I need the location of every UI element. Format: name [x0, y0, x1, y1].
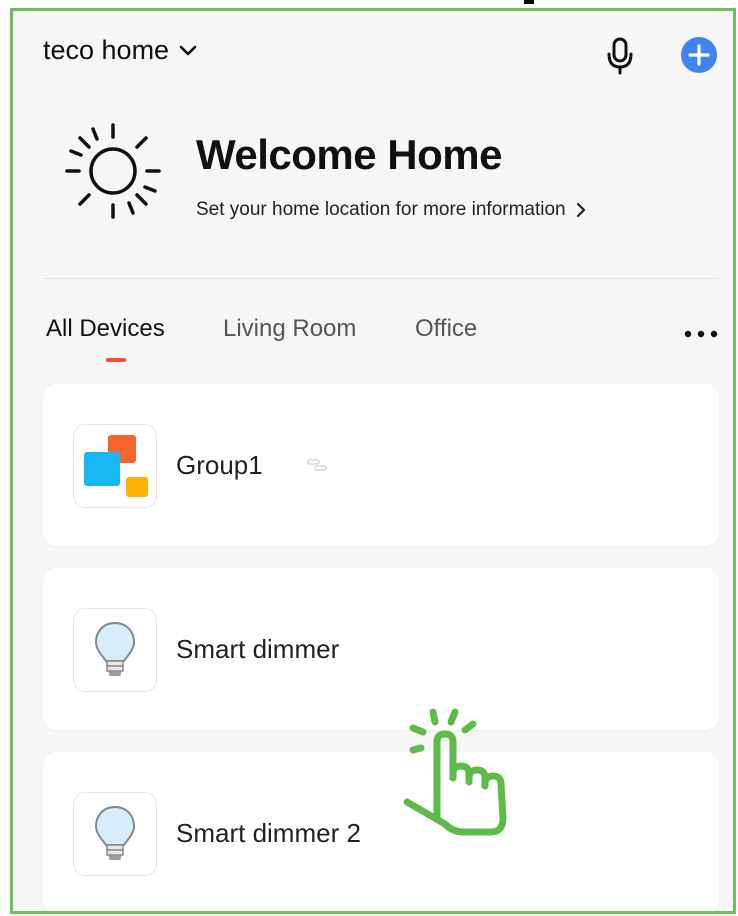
chevron-down-icon — [179, 45, 197, 55]
add-device-button[interactable] — [681, 37, 717, 73]
set-location-text: Set your home location for more informat… — [196, 199, 566, 220]
app-header: teco home — [13, 11, 733, 101]
device-thumbnail — [73, 608, 157, 692]
device-card-smart-dimmer[interactable]: Smart dimmer — [43, 568, 719, 730]
set-location-link[interactable]: Set your home location for more informat… — [196, 199, 586, 221]
tab-office[interactable]: Office — [415, 315, 477, 343]
link-icon — [307, 459, 327, 471]
home-name: teco home — [43, 35, 170, 65]
device-name: Smart dimmer 2 — [176, 818, 361, 848]
section-divider — [43, 278, 719, 279]
microphone-icon[interactable] — [606, 37, 634, 75]
app-screen: teco home Welcome Home Set your home loc… — [10, 8, 736, 914]
plus-icon — [688, 44, 710, 66]
chevron-right-icon — [576, 202, 585, 218]
home-switcher[interactable]: teco home — [43, 35, 197, 66]
room-tabs: All Devices Living Room Office — [13, 311, 733, 371]
device-card-group1[interactable]: Group1 — [43, 384, 719, 546]
lightbulb-icon — [94, 805, 136, 860]
lightbulb-icon — [94, 621, 136, 676]
device-thumbnail — [73, 424, 157, 508]
more-horizontal-icon[interactable] — [683, 329, 719, 339]
active-tab-indicator — [106, 358, 126, 362]
tab-living-room[interactable]: Living Room — [223, 315, 356, 343]
device-thumbnail — [73, 792, 157, 876]
sun-icon — [65, 123, 161, 219]
tab-all-devices[interactable]: All Devices — [46, 315, 165, 343]
device-name: Smart dimmer — [176, 634, 340, 664]
welcome-title: Welcome Home — [196, 131, 503, 178]
group-icon — [84, 435, 148, 497]
device-card-smart-dimmer-2[interactable]: Smart dimmer 2 — [43, 752, 719, 911]
device-name: Group1 — [176, 450, 263, 480]
top-edge-mark — [524, 0, 534, 4]
